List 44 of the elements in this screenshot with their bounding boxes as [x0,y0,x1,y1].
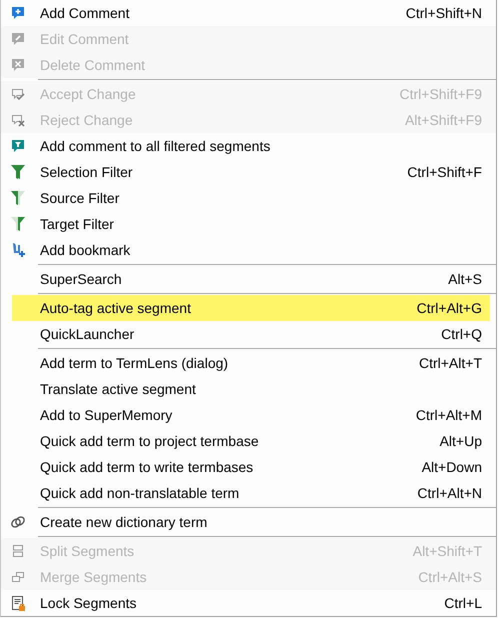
menu-item[interactable]: SuperSearch Alt+S [1,266,496,292]
menu-item[interactable]: QuickLauncher Ctrl+Q [1,321,496,347]
filter-icon [10,190,26,206]
shortcut-text: Ctrl+Alt+T [418,355,482,371]
merge-icon [10,569,26,585]
lock-document-icon [10,595,26,611]
shortcut-text: Ctrl+L [444,595,482,611]
shortcut-text: Alt+Down [422,459,482,475]
menu-item[interactable]: Add comment to all filtered segments [1,133,496,159]
shortcut-text: Alt+Shift+T [412,543,482,559]
menu-item[interactable]: Quick add term to project termbase Alt+Up [1,428,496,454]
comment-cross-icon [10,112,26,128]
comment-edit-icon [10,31,26,47]
split-icon [10,543,26,559]
menu-item[interactable]: Quick add non-translatable term Ctrl+Alt+N [1,480,496,506]
shortcut-text: Ctrl+Q [441,326,482,342]
shortcut-text: Alt+Up [440,433,482,449]
shortcut-text: Alt+S [448,271,482,287]
comment-check-icon [10,86,26,102]
comment-add-icon [10,5,26,21]
filter-icon [10,164,26,180]
menu-item[interactable]: Add to SuperMemory Ctrl+Alt+M [1,402,496,428]
shortcut-text: Ctrl+Shift+N [406,5,482,21]
menu-item[interactable]: Translate active segment [1,376,496,402]
menu-item[interactable]: Source Filter [1,185,496,211]
menu-item[interactable]: Create new dictionary term [1,509,496,535]
menu-item[interactable]: Quick add term to write termbases Alt+Down [1,454,496,480]
shortcut-text: Ctrl+Shift+F [407,164,482,180]
comment-delete-icon [10,57,26,73]
shortcut-text: Ctrl+Shift+F9 [400,86,482,102]
comment-filter-icon [10,138,26,154]
menu-item[interactable]: Selection Filter Ctrl+Shift+F [1,159,496,185]
menu-item[interactable]: Add bookmark [1,237,496,263]
menu-item[interactable]: Add Comment Ctrl+Shift+N [1,0,496,26]
shortcut-text: Ctrl+Alt+G [416,300,482,316]
menu-item[interactable]: Lock Segments Ctrl+L [1,590,496,616]
shortcut-text: Alt+Shift+F9 [404,112,482,128]
shortcut-text: Ctrl+Alt+M [416,407,482,423]
shortcut-text: Ctrl+Alt+S [418,569,482,585]
shortcut-text: Ctrl+Alt+N [417,485,482,501]
menu-item[interactable]: Add term to TermLens (dialog) Ctrl+Alt+T [1,350,496,376]
menu-item[interactable]: Target Filter [1,211,496,237]
rings-icon [10,514,26,530]
filter-icon [10,216,26,232]
